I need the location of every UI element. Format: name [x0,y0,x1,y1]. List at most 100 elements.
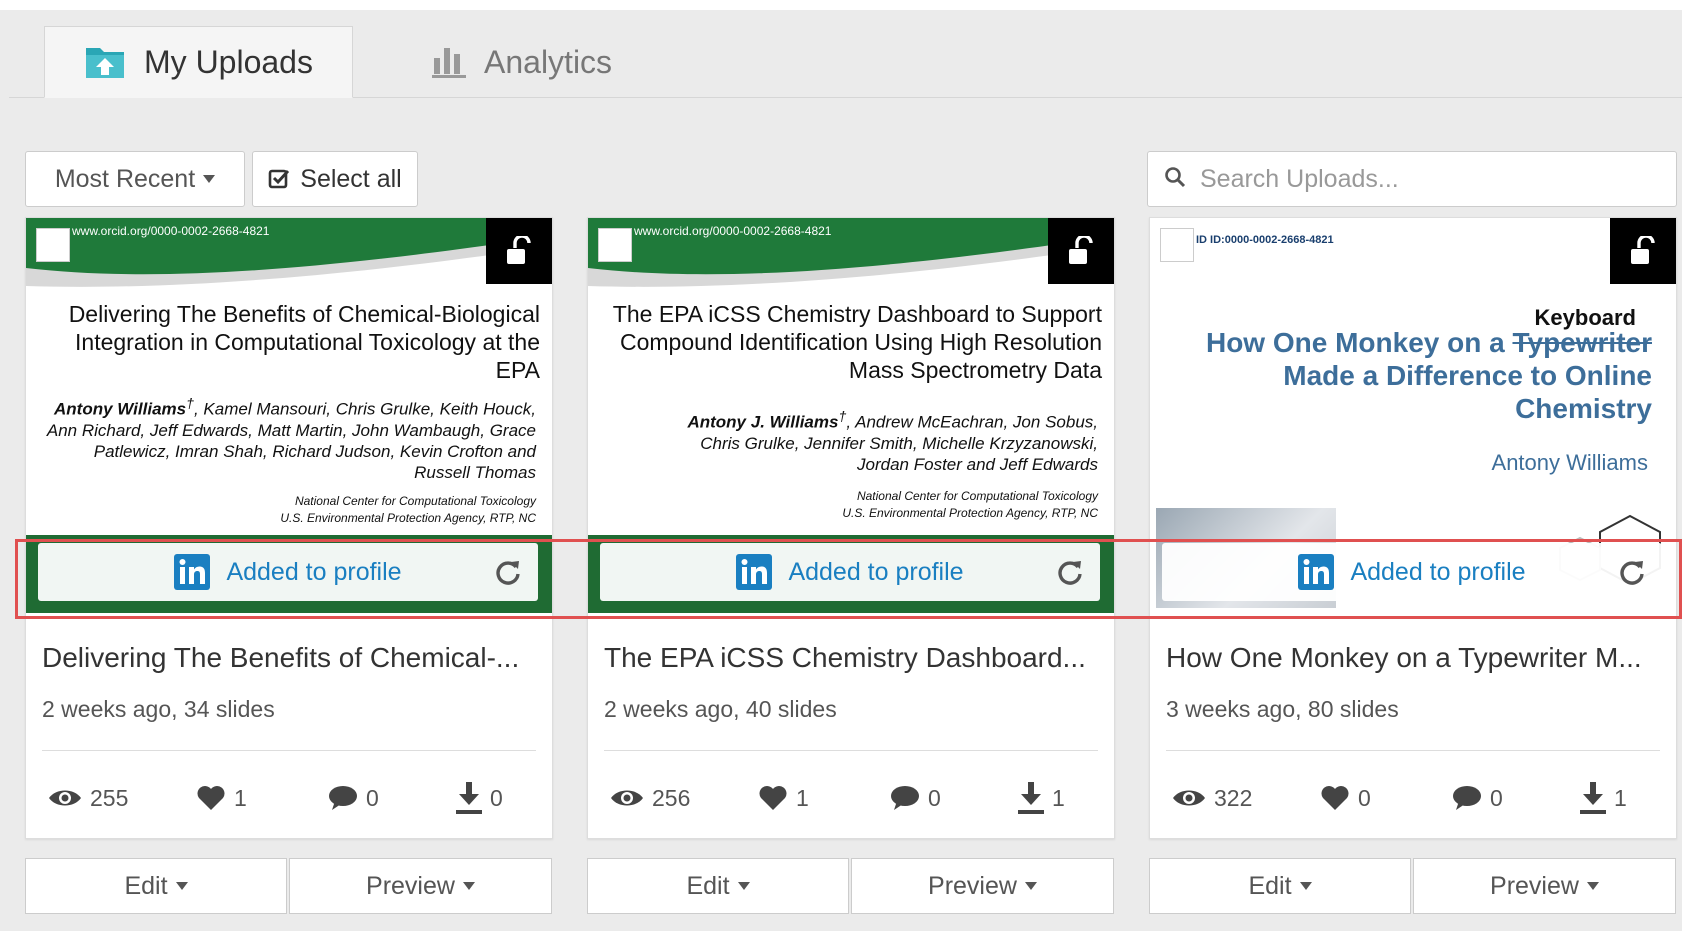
likes-count: 1 [796,784,809,811]
edit-button[interactable]: Edit [1149,858,1411,914]
upload-meta: 3 weeks ago, 80 slides [1166,696,1399,722]
tab-bar: My Uploads Analytics [9,26,1682,98]
edit-button[interactable]: Edit [587,858,849,914]
unlock-icon[interactable] [1048,218,1114,284]
divider [42,750,536,751]
views-stat: 256 [610,778,690,818]
select-all-button[interactable]: Select all [252,151,418,207]
logo-placeholder [1160,228,1194,262]
upload-stats: 255 1 0 0 [26,778,552,818]
upload-title[interactable]: How One Monkey on a Typewriter M... [1166,642,1661,674]
search-icon [1164,166,1186,193]
comments-count: 0 [366,784,379,811]
unlock-icon[interactable] [486,218,552,284]
upload-meta: 2 weeks ago, 40 slides [604,696,837,722]
slide-lead-author: Antony J. Williams [687,412,839,432]
upload-meta: 2 weeks ago, 34 slides [42,696,275,722]
comment-icon [891,786,919,810]
preview-button[interactable]: Preview [851,858,1114,914]
comments-count: 0 [928,784,941,811]
heart-icon [759,786,787,810]
downloads-count: 0 [490,784,503,811]
folder-upload-icon [84,44,126,80]
edit-button[interactable]: Edit [25,858,287,914]
added-to-profile-label: Added to profile [788,557,964,586]
search-input[interactable] [1200,164,1640,194]
logo-placeholder [598,228,632,262]
slide-title-part: Made a Difference to Online Chemistry [1283,360,1652,424]
comments-stat: 0 [1452,778,1503,818]
sort-label: Most Recent [54,164,196,193]
upload-stats: 256 1 0 1 [588,778,1114,818]
caret-down-icon [175,882,188,890]
search-box[interactable] [1147,151,1677,207]
edit-label: Edit [1248,871,1292,900]
downloads-stat: 1 [1018,778,1065,818]
upload-card: www.orcid.org/0000-0002-2668-4821 The EP… [587,217,1115,839]
slide-affiliation: National Center for Computational Toxico… [136,493,536,527]
preview-button[interactable]: Preview [289,858,552,914]
likes-stat: 1 [758,778,809,818]
upload-card: ID ID:0000-0002-2668-4821 Keyboard How O… [1149,217,1677,839]
upload-title[interactable]: The EPA iCSS Chemistry Dashboard... [604,642,1099,674]
slide-thumbnail[interactable]: ID ID:0000-0002-2668-4821 Keyboard How O… [1150,218,1676,613]
download-icon [456,782,482,814]
linkedin-icon [1298,554,1335,590]
slide-author: Antony Williams [1491,450,1648,475]
caret-down-icon [737,882,750,890]
refresh-icon[interactable] [1056,558,1084,586]
views-stat: 255 [48,778,128,818]
slide-title-part: How One Monkey on a [1205,327,1513,358]
checkbox-icon [268,168,290,190]
views-count: 256 [652,784,691,811]
views-count: 255 [90,784,129,811]
caret-down-icon [1586,882,1599,890]
upload-stats: 322 0 0 1 [1150,778,1676,818]
added-to-profile-bar[interactable]: Added to profile [38,543,538,601]
added-to-profile-bar[interactable]: Added to profile [600,543,1100,601]
views-count: 322 [1214,784,1253,811]
select-all-label: Select all [300,164,402,193]
logo-placeholder [36,228,70,262]
added-to-profile-bar[interactable]: Added to profile [1162,543,1662,601]
refresh-icon[interactable] [494,558,522,586]
divider [604,750,1098,751]
slide-thumbnail[interactable]: www.orcid.org/0000-0002-2668-4821 The EP… [588,218,1114,613]
likes-stat: 0 [1320,778,1371,818]
views-stat: 322 [1172,778,1252,818]
slide-affiliation-line: National Center for Computational Toxico… [294,494,536,508]
caret-down-icon [1299,882,1312,890]
divider [1166,750,1660,751]
upload-title[interactable]: Delivering The Benefits of Chemical-... [42,642,537,674]
preview-button[interactable]: Preview [1413,858,1676,914]
preview-label: Preview [366,871,455,900]
linkedin-icon [736,554,773,590]
added-to-profile-label: Added to profile [226,557,402,586]
comments-stat: 0 [890,778,941,818]
slide-title: Delivering The Benefits of Chemical-Biol… [68,301,540,383]
slide-url: www.orcid.org/0000-0002-2668-4821 [634,224,832,238]
tab-analytics[interactable]: Analytics [432,26,652,98]
caret-down-icon [203,175,216,183]
caret-down-icon [1024,882,1037,890]
caret-down-icon [462,882,475,890]
refresh-icon[interactable] [1618,558,1646,586]
preview-label: Preview [1490,871,1579,900]
slide-affiliation: National Center for Computational Toxico… [698,488,1098,522]
upload-card: www.orcid.org/0000-0002-2668-4821 Delive… [25,217,553,839]
slide-lead-author: Antony Williams [54,399,187,419]
slide-url: ID ID:0000-0002-2668-4821 [1196,234,1334,246]
slide-authors: Antony J. Williams†, Andrew McEachran, J… [658,407,1098,475]
slide-title: How One Monkey on a Typewriter Made a Dif… [1172,326,1652,425]
added-to-profile-label: Added to profile [1350,557,1526,586]
download-icon [1018,782,1044,814]
slide-lead-mark: † [186,396,194,412]
sort-dropdown-button[interactable]: Most Recent [25,151,245,207]
comments-count: 0 [1490,784,1503,811]
slide-affiliation-line: U.S. Environmental Protection Agency, RT… [842,506,1098,520]
unlock-icon[interactable] [1610,218,1676,284]
slide-thumbnail[interactable]: www.orcid.org/0000-0002-2668-4821 Delive… [26,218,552,613]
slide-authors: Antony Williams†, Kamel Mansouri, Chris … [36,394,536,483]
tab-my-uploads[interactable]: My Uploads [44,26,353,98]
tab-analytics-label: Analytics [484,43,613,80]
